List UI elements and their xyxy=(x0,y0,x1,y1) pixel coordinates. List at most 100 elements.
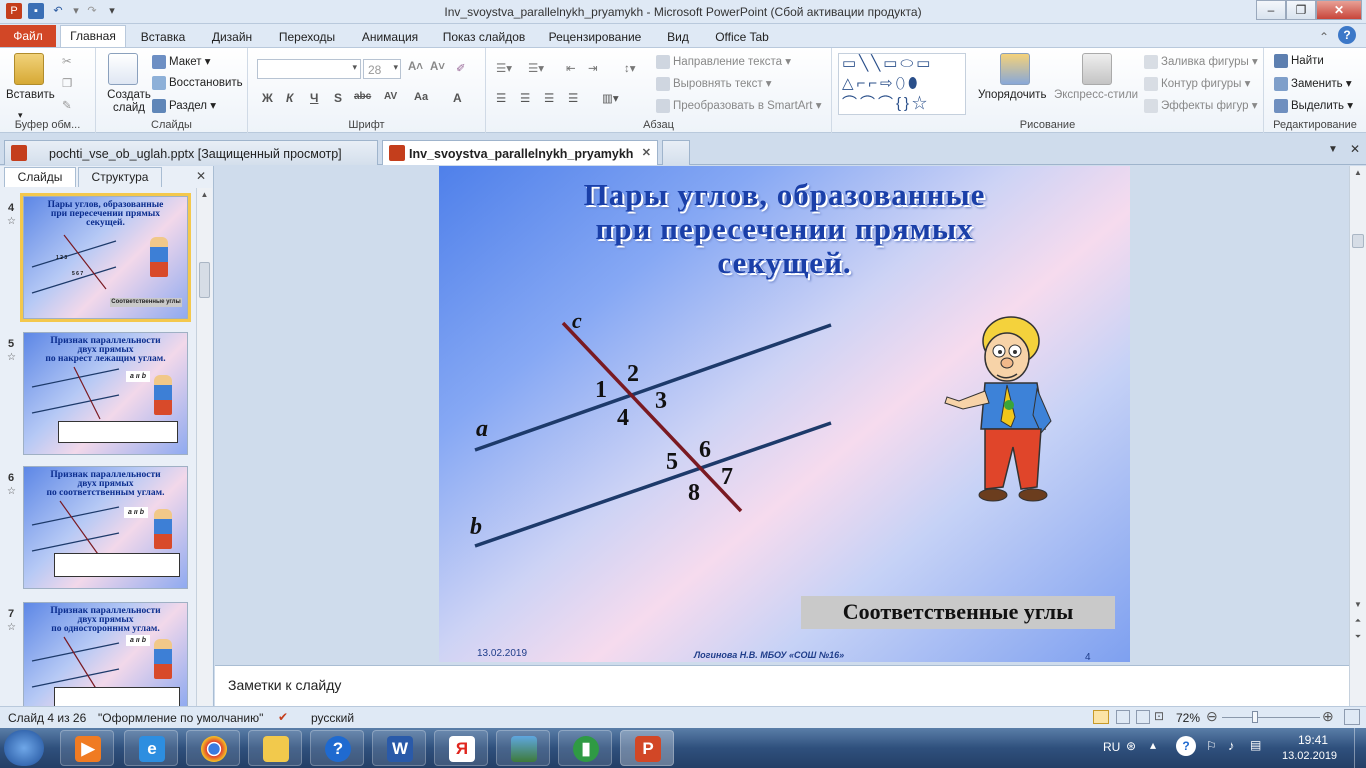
close-tab-icon[interactable]: ✕ xyxy=(642,146,651,159)
justify-icon[interactable]: ☰ xyxy=(568,91,578,105)
replace-button[interactable]: Заменить ▾ xyxy=(1274,76,1352,91)
select-button[interactable]: Выделить ▾ xyxy=(1274,98,1353,113)
reading-view-icon[interactable] xyxy=(1136,710,1150,724)
tab-outline[interactable]: Структура xyxy=(78,167,162,187)
tab-slideshow[interactable]: Показ слайдов xyxy=(436,27,532,48)
volume-icon[interactable]: ♪ xyxy=(1228,738,1235,753)
slides-pane-scrollbar[interactable]: ▲ xyxy=(196,188,212,706)
close-pane-icon[interactable]: ✕ xyxy=(196,169,206,183)
cut-icon[interactable]: ✂ xyxy=(62,54,72,68)
slide-thumbnail-4[interactable]: Пары углов, образованные при пересечении… xyxy=(20,193,191,322)
align-text-button[interactable]: Выровнять текст ▾ xyxy=(656,76,772,91)
new-slide-icon[interactable] xyxy=(108,53,138,85)
bold-icon[interactable]: Ж xyxy=(262,91,273,105)
paste-icon[interactable] xyxy=(14,53,44,85)
clock-date[interactable]: 13.02.2019 xyxy=(1282,750,1337,762)
increase-indent-icon[interactable]: ⇥ xyxy=(588,61,598,75)
slide-scrollbar[interactable]: ▲ ▼ ⏶ ⏷ xyxy=(1349,166,1366,706)
arrange-button[interactable]: Упорядочить xyxy=(978,89,1046,101)
tab-transitions[interactable]: Переходы xyxy=(272,27,342,48)
slide-caption[interactable]: Соответственные углы xyxy=(801,596,1115,629)
taskbar-explorer[interactable] xyxy=(248,730,302,766)
section-button[interactable]: Раздел ▾ xyxy=(152,98,216,113)
tab-list-dropdown-icon[interactable]: ▼ xyxy=(1328,144,1338,155)
restore-button[interactable]: ❐ xyxy=(1286,0,1316,20)
font-color-icon[interactable]: A xyxy=(453,91,462,105)
slide-thumbnail-5[interactable]: Признак параллельности двух прямых по на… xyxy=(23,332,188,455)
help-tray-icon[interactable]: ⊛ xyxy=(1126,739,1136,753)
tab-insert[interactable]: Вставка xyxy=(134,27,192,48)
zoom-in-icon[interactable]: ⊕ xyxy=(1322,708,1334,725)
show-desktop-button[interactable] xyxy=(1354,728,1366,768)
doc-tab-inv-svoystva[interactable]: Inv_svoystva_parallelnykh_pryamykh ✕ xyxy=(382,140,658,165)
scroll-up-arrow[interactable]: ▲ xyxy=(1350,166,1366,180)
scroll-up-arrow[interactable]: ▲ xyxy=(197,188,212,202)
next-slide-icon[interactable]: ⏷ xyxy=(1350,630,1366,644)
tray-expand-icon[interactable]: ▴ xyxy=(1150,738,1156,752)
change-case-icon[interactable]: Aa xyxy=(414,91,428,103)
taskbar-word[interactable]: W xyxy=(372,730,426,766)
italic-icon[interactable]: К xyxy=(286,91,293,105)
shapes-gallery[interactable]: ▭╲╲▭⬭▭ △⌐⌐⇨⬯⬮ ⌒⌒⌒{}☆ xyxy=(838,53,966,115)
shape-outline-button[interactable]: Контур фигуры ▾ xyxy=(1144,76,1250,91)
numbering-icon[interactable]: ☰▾ xyxy=(528,61,544,75)
tab-view[interactable]: Вид xyxy=(658,27,698,48)
zoom-slider-track[interactable] xyxy=(1222,717,1320,718)
keyboard-language[interactable]: RU xyxy=(1103,740,1120,754)
shape-effects-button[interactable]: Эффекты фигур ▾ xyxy=(1144,98,1258,113)
tab-file[interactable]: Файл xyxy=(0,25,56,47)
font-name-combo[interactable]: ▾ xyxy=(257,59,361,79)
network-icon[interactable]: ▤ xyxy=(1250,738,1261,752)
shadow-icon[interactable]: S xyxy=(334,91,342,105)
clear-formatting-icon[interactable]: ✐ xyxy=(456,61,466,75)
tab-office-tab[interactable]: Office Tab xyxy=(708,27,776,48)
text-direction-button[interactable]: Направление текста ▾ xyxy=(656,54,791,69)
font-size-combo[interactable]: 28 ▾ xyxy=(363,59,401,79)
paste-button[interactable]: Вставить xyxy=(6,89,55,101)
taskbar-chrome[interactable] xyxy=(186,730,240,766)
tab-review[interactable]: Рецензирование xyxy=(540,27,650,48)
minimize-ribbon-icon[interactable]: ⌃ xyxy=(1316,27,1332,48)
notes-pane[interactable]: Заметки к слайду xyxy=(215,665,1349,707)
theme-name[interactable]: "Оформление по умолчанию" xyxy=(98,711,263,725)
close-window-button[interactable]: ✕ xyxy=(1316,0,1362,20)
spell-check-icon[interactable]: ✔ xyxy=(278,710,288,724)
zoom-level[interactable]: 72% xyxy=(1176,711,1200,725)
slideshow-icon[interactable]: ⊡ xyxy=(1154,709,1164,723)
grow-font-icon[interactable]: A˄ xyxy=(408,61,423,73)
align-left-icon[interactable]: ☰ xyxy=(496,91,506,105)
char-spacing-icon[interactable]: AV xyxy=(384,91,397,102)
line-spacing-icon[interactable]: ↕▾ xyxy=(624,61,636,75)
help-icon[interactable]: ? xyxy=(1338,26,1356,44)
scroll-thumb[interactable] xyxy=(1352,234,1364,248)
cartoon-character-image[interactable] xyxy=(941,311,1071,506)
find-button[interactable]: Найти xyxy=(1274,54,1324,68)
taskbar-powerpoint[interactable]: P xyxy=(620,730,674,766)
taskbar-help[interactable]: ? xyxy=(310,730,364,766)
start-button[interactable] xyxy=(4,730,44,766)
new-tab-button[interactable] xyxy=(662,140,690,165)
clock-time[interactable]: 19:41 xyxy=(1298,733,1328,747)
strikethrough-icon[interactable]: abc xyxy=(354,91,371,102)
zoom-out-icon[interactable]: ⊖ xyxy=(1206,708,1218,725)
tab-slides[interactable]: Слайды xyxy=(4,167,76,187)
underline-icon[interactable]: Ч xyxy=(310,91,318,105)
fit-to-window-icon[interactable] xyxy=(1344,709,1360,725)
scroll-down-arrow[interactable]: ▼ xyxy=(1350,598,1366,612)
taskbar-media-player[interactable]: ▶ xyxy=(60,730,114,766)
slide-thumbnail-6[interactable]: Признак параллельности двух прямых по со… xyxy=(23,466,188,589)
decrease-indent-icon[interactable]: ⇤ xyxy=(566,61,576,75)
copy-icon[interactable]: ❐ xyxy=(62,76,72,90)
shape-fill-button[interactable]: Заливка фигуры ▾ xyxy=(1144,54,1258,69)
align-center-icon[interactable]: ☰ xyxy=(520,91,530,105)
columns-icon[interactable]: ▥▾ xyxy=(602,91,619,105)
action-center-icon[interactable]: ⚐ xyxy=(1206,739,1217,753)
tab-home[interactable]: Главная xyxy=(60,25,126,47)
zoom-slider-thumb[interactable] xyxy=(1252,711,1258,723)
slide-sorter-icon[interactable] xyxy=(1116,710,1130,724)
arrange-icon[interactable] xyxy=(1000,53,1030,85)
taskbar-photos[interactable] xyxy=(496,730,550,766)
taskbar-activity[interactable]: ▮ xyxy=(558,730,612,766)
doc-tab-pochti[interactable]: pochti_vse_ob_uglah.pptx [Защищенный про… xyxy=(4,140,378,165)
slide-canvas[interactable]: Пары углов, образованные при пересечении… xyxy=(439,166,1130,662)
